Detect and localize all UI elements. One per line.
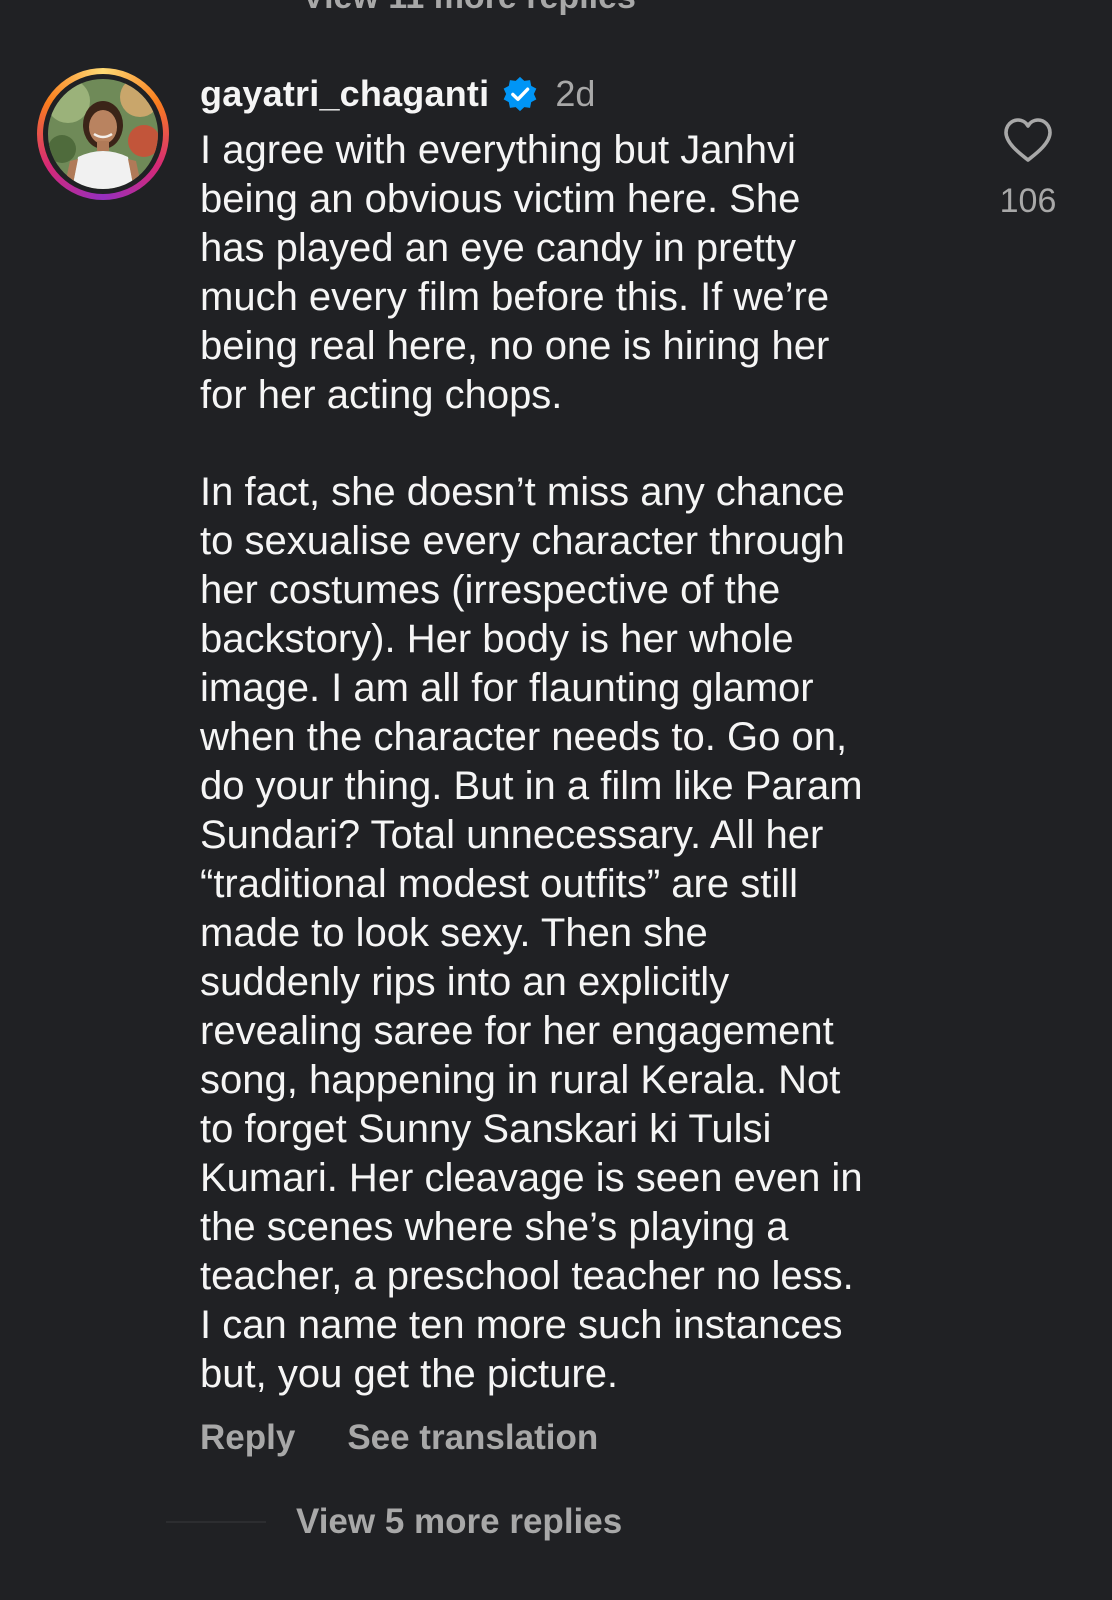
comment-line: I can name ten more such instances: [200, 1303, 843, 1347]
comment-line: when the character needs to. Go on,: [200, 715, 848, 759]
view-more-replies-button[interactable]: View 5 more replies: [296, 1502, 622, 1542]
comment-line: being an obvious victim here. She: [200, 177, 801, 221]
comment-line: made to look sexy. Then she: [200, 911, 708, 955]
comment-line: for her acting chops.: [200, 373, 563, 417]
comment-line: has played an eye candy in pretty: [200, 226, 796, 270]
comment-line: Kumari. Her cleavage is seen even in: [200, 1156, 863, 1200]
comment-line: Sundari? Total unnecessary. All her: [200, 813, 824, 857]
avatar-photo-image: [48, 79, 158, 189]
comment-line: much every film before this. If we’re: [200, 275, 830, 319]
comment-actions: Reply See translation: [200, 1418, 598, 1458]
comment-line: her costumes (irrespective of the: [200, 568, 781, 612]
comment-line: teacher, a preschool teacher no less.: [200, 1254, 854, 1298]
view-more-replies-link-partial[interactable]: View 11 more replies: [302, 0, 636, 17]
comment-line: do your thing. But in a film like Param: [200, 764, 863, 808]
verified-badge-icon: [503, 76, 537, 112]
comment-paragraph: In fact, she doesn’t miss any chance to …: [200, 468, 960, 1399]
avatar[interactable]: [48, 79, 158, 189]
reply-button[interactable]: Reply: [200, 1418, 295, 1458]
comment-text: I agree with everything but Janhvi being…: [200, 126, 960, 1399]
comment-line: song, happening in rural Kerala. Not: [200, 1058, 841, 1102]
see-translation-button[interactable]: See translation: [347, 1418, 598, 1458]
comment-line: backstory). Her body is her whole: [200, 617, 794, 661]
comment-line: revealing saree for her engagement: [200, 1009, 834, 1053]
comment-line: but, you get the picture.: [200, 1352, 619, 1396]
comment-line: to forget Sunny Sanskari ki Tulsi: [200, 1107, 772, 1151]
like-count: 106: [999, 182, 1057, 220]
heart-outline-icon[interactable]: [1002, 116, 1054, 164]
username-link[interactable]: gayatri_chaganti: [200, 73, 489, 115]
comment-timestamp: 2d: [555, 73, 596, 114]
comment-line: the scenes where she’s playing a: [200, 1205, 789, 1249]
avatar-story-ring[interactable]: [37, 68, 169, 200]
comment-line: suddenly rips into an explicitly: [200, 960, 730, 1004]
comment-paragraph: I agree with everything but Janhvi being…: [200, 126, 960, 420]
comment-line: image. I am all for flaunting glamor: [200, 666, 814, 710]
comment-line: I agree with everything but Janhvi: [200, 128, 796, 172]
comment-line: In fact, she doesn’t miss any chance: [200, 470, 845, 514]
comment-header: gayatri_chaganti 2d: [200, 68, 595, 120]
replies-divider-line: [166, 1521, 266, 1523]
comment-line: to sexualise every character through: [200, 519, 845, 563]
comment-line: being real here, no one is hiring her: [200, 324, 830, 368]
comment-line: “traditional modest outfits” are still: [200, 862, 799, 906]
